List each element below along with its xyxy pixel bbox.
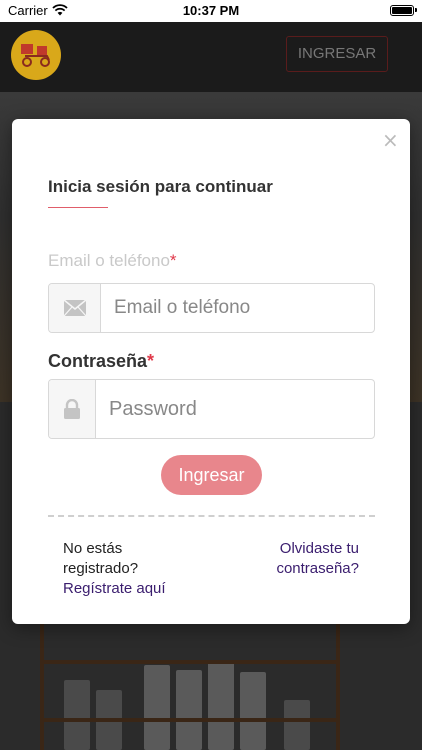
status-bar: Carrier 10:37 PM bbox=[0, 0, 422, 22]
no-account-text: No estás registrado? bbox=[63, 540, 139, 577]
product-bag bbox=[208, 660, 234, 750]
product-bag bbox=[144, 665, 170, 750]
email-label: Email o teléfono* bbox=[48, 251, 177, 271]
product-bag bbox=[284, 700, 310, 750]
product-bag bbox=[240, 672, 266, 750]
logo[interactable] bbox=[11, 30, 61, 80]
email-addon bbox=[49, 284, 101, 332]
email-label-text: Email o teléfono bbox=[48, 251, 170, 270]
battery-icon bbox=[390, 5, 417, 16]
required-mark: * bbox=[147, 351, 155, 371]
title-underline bbox=[48, 207, 108, 208]
envelope-icon bbox=[63, 300, 86, 316]
submit-login-button[interactable]: Ingresar bbox=[161, 455, 262, 495]
password-addon bbox=[49, 380, 96, 438]
email-input[interactable] bbox=[101, 284, 374, 332]
password-input[interactable] bbox=[96, 380, 374, 438]
dashed-divider bbox=[48, 515, 375, 517]
no-account-block: No estás registrado? Regístrate aquí bbox=[63, 539, 193, 599]
delivery-scooter-icon bbox=[21, 44, 50, 67]
password-label-text: Contraseña bbox=[48, 351, 148, 371]
modal-title: Inicia sesión para continuar bbox=[48, 177, 273, 196]
close-button[interactable]: × bbox=[382, 130, 399, 150]
shelf-board bbox=[40, 660, 340, 664]
login-modal: × Inicia sesión para continuar Email o t… bbox=[12, 119, 410, 624]
clock: 10:37 PM bbox=[182, 3, 240, 18]
required-mark: * bbox=[169, 251, 177, 270]
shelf-frame bbox=[40, 620, 340, 750]
product-bag bbox=[176, 670, 202, 750]
header-login-button[interactable]: INGRESAR bbox=[286, 36, 388, 72]
password-input-group bbox=[48, 379, 375, 439]
shelf-board bbox=[40, 718, 340, 722]
password-label: Contraseña* bbox=[48, 351, 154, 372]
register-link[interactable]: Regístrate aquí bbox=[63, 579, 193, 599]
product-bag bbox=[64, 680, 90, 750]
forgot-password-link[interactable]: Olvidaste tu contraseña? bbox=[239, 539, 359, 579]
lock-icon bbox=[64, 399, 80, 419]
email-input-group bbox=[48, 283, 375, 333]
app-header: INGRESAR bbox=[0, 22, 422, 92]
